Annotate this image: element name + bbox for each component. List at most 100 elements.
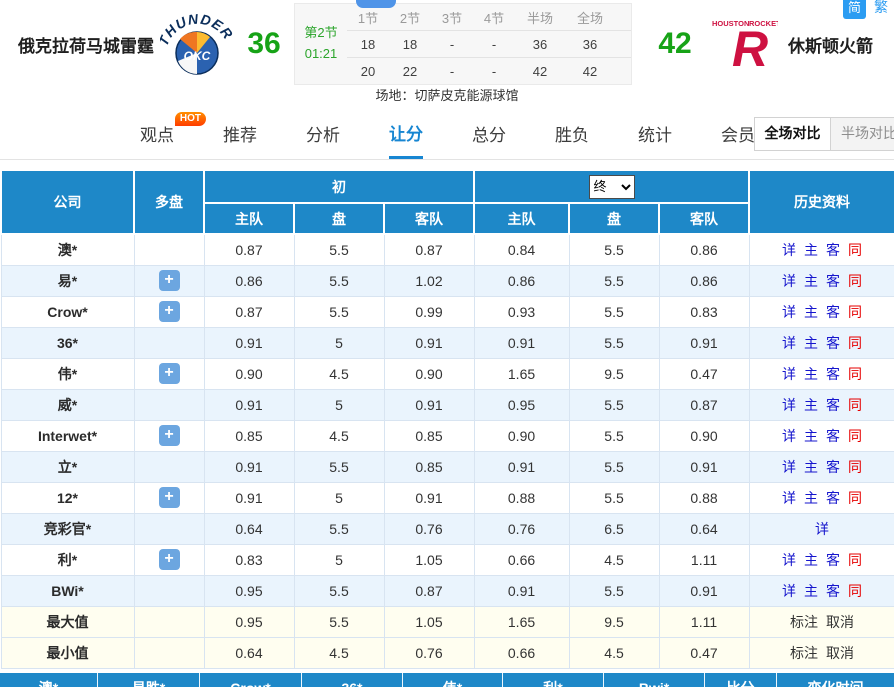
final-home-odds[interactable]: 0.90: [474, 420, 569, 451]
history-home-link[interactable]: 主: [804, 273, 818, 289]
final-away-odds[interactable]: 0.91: [659, 575, 749, 606]
history-detail-link[interactable]: 详: [815, 521, 829, 537]
history-detail-link[interactable]: 详: [782, 583, 796, 599]
lang-simplified-button[interactable]: 简: [843, 0, 866, 19]
footer-column[interactable]: 澳*: [0, 673, 98, 687]
final-home-odds[interactable]: 0.91: [474, 575, 569, 606]
final-home-odds[interactable]: 0.91: [474, 327, 569, 358]
final-away-odds[interactable]: 0.88: [659, 482, 749, 513]
history-away-link[interactable]: 客: [826, 397, 840, 413]
mark-button[interactable]: 标注: [790, 645, 818, 661]
history-same-link[interactable]: 同: [848, 583, 862, 599]
history-home-link[interactable]: 主: [804, 552, 818, 568]
history-detail-link[interactable]: 详: [782, 366, 796, 382]
final-home-odds[interactable]: 0.93: [474, 296, 569, 327]
final-home-odds[interactable]: 0.84: [474, 234, 569, 265]
history-detail-link[interactable]: 详: [782, 428, 796, 444]
history-same-link[interactable]: 同: [848, 335, 862, 351]
history-same-link[interactable]: 同: [848, 459, 862, 475]
history-home-link[interactable]: 主: [804, 366, 818, 382]
history-home-link[interactable]: 主: [804, 583, 818, 599]
final-away-odds[interactable]: 0.87: [659, 389, 749, 420]
history-away-link[interactable]: 客: [826, 335, 840, 351]
add-multi-button[interactable]: +: [159, 425, 180, 446]
history-same-link[interactable]: 同: [848, 397, 862, 413]
add-multi-button[interactable]: +: [159, 363, 180, 384]
history-away-link[interactable]: 客: [826, 459, 840, 475]
history-detail-link[interactable]: 详: [782, 335, 796, 351]
history-home-link[interactable]: 主: [804, 459, 818, 475]
tab-fenxi[interactable]: 分析: [306, 108, 340, 159]
compare-full-button[interactable]: 全场对比: [755, 118, 831, 150]
history-detail-link[interactable]: 详: [782, 242, 796, 258]
add-multi-button[interactable]: +: [159, 487, 180, 508]
final-home-odds[interactable]: 0.88: [474, 482, 569, 513]
footer-column[interactable]: 伟*: [403, 673, 503, 687]
tab-zongfen[interactable]: 总分: [472, 108, 506, 159]
final-away-odds[interactable]: 0.86: [659, 265, 749, 296]
footer-column[interactable]: 36*: [302, 673, 403, 687]
tab-rangfen[interactable]: 让分: [389, 108, 423, 159]
history-same-link[interactable]: 同: [848, 490, 862, 506]
final-home-odds[interactable]: 0.86: [474, 265, 569, 296]
history-detail-link[interactable]: 详: [782, 552, 796, 568]
final-away-odds[interactable]: 0.86: [659, 234, 749, 265]
final-away-odds[interactable]: 0.90: [659, 420, 749, 451]
history-away-link[interactable]: 客: [826, 242, 840, 258]
final-period-select[interactable]: 终: [589, 175, 635, 199]
tab-huiyuan[interactable]: 会员: [721, 108, 755, 159]
final-away-odds[interactable]: 0.83: [659, 296, 749, 327]
footer-column[interactable]: Crow*: [200, 673, 302, 687]
history-detail-link[interactable]: 详: [782, 397, 796, 413]
tab-guandian[interactable]: 观点 HOT: [140, 108, 174, 159]
final-away-odds[interactable]: 1.11: [659, 544, 749, 575]
final-away-odds[interactable]: 0.47: [659, 358, 749, 389]
top-banner-button[interactable]: [356, 0, 396, 8]
final-home-odds[interactable]: 0.76: [474, 513, 569, 544]
history-home-link[interactable]: 主: [804, 397, 818, 413]
history-home-link[interactable]: 主: [804, 242, 818, 258]
compare-half-button[interactable]: 半场对比: [831, 118, 894, 150]
final-home-odds[interactable]: 0.66: [474, 544, 569, 575]
history-away-link[interactable]: 客: [826, 428, 840, 444]
history-same-link[interactable]: 同: [848, 552, 862, 568]
tab-tuijian[interactable]: 推荐: [223, 108, 257, 159]
add-multi-button[interactable]: +: [159, 270, 180, 291]
history-home-link[interactable]: 主: [804, 428, 818, 444]
history-home-link[interactable]: 主: [804, 335, 818, 351]
cancel-button[interactable]: 取消: [826, 645, 854, 661]
history-detail-link[interactable]: 详: [782, 304, 796, 320]
history-same-link[interactable]: 同: [848, 366, 862, 382]
history-away-link[interactable]: 客: [826, 304, 840, 320]
history-same-link[interactable]: 同: [848, 273, 862, 289]
footer-column[interactable]: Bwi*: [604, 673, 705, 687]
footer-column[interactable]: 变化时间: [777, 673, 894, 687]
final-away-odds[interactable]: 0.64: [659, 513, 749, 544]
history-home-link[interactable]: 主: [804, 490, 818, 506]
final-home-odds[interactable]: 1.65: [474, 358, 569, 389]
history-away-link[interactable]: 客: [826, 583, 840, 599]
footer-column[interactable]: 易胜*: [98, 673, 200, 687]
history-home-link[interactable]: 主: [804, 304, 818, 320]
add-multi-button[interactable]: +: [159, 301, 180, 322]
final-away-odds[interactable]: 0.91: [659, 451, 749, 482]
history-detail-link[interactable]: 详: [782, 459, 796, 475]
history-same-link[interactable]: 同: [848, 428, 862, 444]
final-home-odds[interactable]: 0.95: [474, 389, 569, 420]
mark-button[interactable]: 标注: [790, 614, 818, 630]
tab-tongji[interactable]: 统计: [638, 108, 672, 159]
history-away-link[interactable]: 客: [826, 273, 840, 289]
history-same-link[interactable]: 同: [848, 304, 862, 320]
lang-traditional-button[interactable]: 繁: [874, 0, 888, 17]
history-away-link[interactable]: 客: [826, 366, 840, 382]
footer-column[interactable]: 比分: [705, 673, 777, 687]
cancel-button[interactable]: 取消: [826, 614, 854, 630]
final-away-odds[interactable]: 0.91: [659, 327, 749, 358]
history-away-link[interactable]: 客: [826, 490, 840, 506]
add-multi-button[interactable]: +: [159, 549, 180, 570]
history-detail-link[interactable]: 详: [782, 273, 796, 289]
tab-shengfu[interactable]: 胜负: [555, 108, 589, 159]
history-same-link[interactable]: 同: [848, 242, 862, 258]
footer-column[interactable]: 利*: [503, 673, 604, 687]
final-home-odds[interactable]: 0.91: [474, 451, 569, 482]
